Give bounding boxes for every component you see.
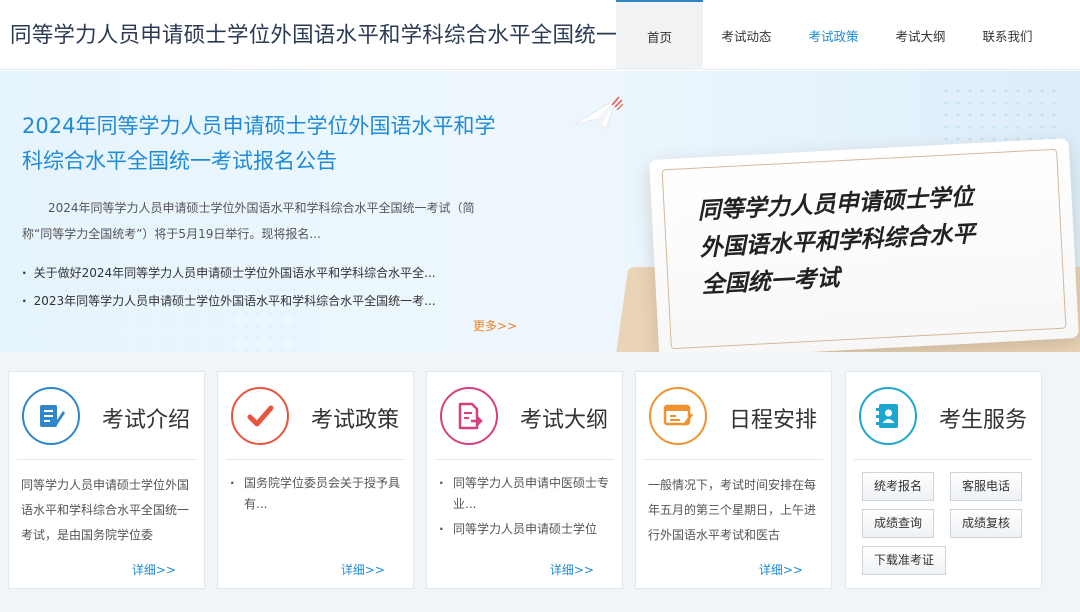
exam-card-illustration: 同等学力人员申请硕士学位 外国语水平和学科综合水平 全国统一考试 bbox=[649, 138, 1079, 352]
contact-book-icon bbox=[859, 387, 917, 445]
banner-summary: 2024年同等学力人员申请硕士学位外国语水平和学科综合水平全国统一考试（简称“同… bbox=[22, 201, 475, 241]
card-schedule: 日程安排 一般情况下，考试时间安排在每年五月的第三个星期日，上午进行外国语水平考… bbox=[635, 371, 832, 589]
detail-link[interactable]: 详细>> bbox=[550, 561, 594, 578]
card-link-list: 国务院学位委员会关于授予具有... bbox=[230, 473, 401, 519]
nav-exam-news[interactable]: 考试动态 bbox=[703, 0, 790, 70]
banner-headline[interactable]: 2024年同等学力人员申请硕士学位外国语水平和学科综合水平全国统一考试报名公告 bbox=[22, 109, 502, 179]
card-title: 考试政策 bbox=[310, 408, 399, 433]
score-query-button[interactable]: 成绩查询 bbox=[862, 509, 935, 538]
card-header: 考生服务 bbox=[854, 382, 1033, 460]
banner: 2024年同等学力人员申请硕士学位外国语水平和学科综合水平全国统一考试报名公告 … bbox=[0, 71, 1080, 352]
site-header: 同等学力人员申请硕士学位外国语水平和学科综合水平全国统一考试 首页 考试动态 考… bbox=[0, 0, 1080, 70]
schedule-board-icon bbox=[649, 387, 707, 445]
card-exam-syllabus: 考试大纲 同等学力人员申请中医硕士专业... 同等学力人员申请硕士学位 详细>> bbox=[426, 371, 623, 589]
card-link[interactable]: 国务院学位委员会关于授予具有... bbox=[230, 473, 401, 515]
card-title: 考生服务 bbox=[938, 408, 1027, 433]
card-link-list: 同等学力人员申请中医硕士专业... 同等学力人员申请硕士学位 bbox=[439, 473, 610, 544]
nav-home[interactable]: 首页 bbox=[616, 0, 703, 70]
dot-pattern bbox=[940, 85, 1060, 145]
banner-link-list: 关于做好2024年同等学力人员申请硕士学位外国语水平和学科综合水平全... 20… bbox=[22, 259, 462, 315]
feature-cards: 考试介绍 同等学力人员申请硕士学位外国语水平和学科综合水平全国统一考试，是由国务… bbox=[0, 352, 1080, 612]
card-exam-policy: 考试政策 国务院学位委员会关于授予具有... 详细>> bbox=[217, 371, 414, 589]
nav-exam-syllabus[interactable]: 考试大纲 bbox=[877, 0, 964, 70]
card-header: 考试政策 bbox=[226, 382, 405, 460]
nav-exam-policy[interactable]: 考试政策 bbox=[790, 0, 877, 70]
detail-link[interactable]: 详细>> bbox=[132, 561, 176, 578]
exam-registration-button[interactable]: 统考报名 bbox=[862, 472, 935, 501]
nav-contact-us[interactable]: 联系我们 bbox=[964, 0, 1051, 70]
card-header: 考试介绍 bbox=[17, 382, 196, 460]
more-link[interactable]: 更多>> bbox=[473, 317, 517, 334]
document-export-icon bbox=[440, 387, 498, 445]
card-header: 日程安排 bbox=[644, 382, 823, 460]
card-header: 考试大纲 bbox=[435, 382, 614, 460]
card-text: 一般情况下，考试时间安排在每年五月的第三个星期日，上午进行外国语水平考试和医古 bbox=[648, 478, 817, 542]
document-edit-icon bbox=[22, 387, 80, 445]
banner-link[interactable]: 关于做好2024年同等学力人员申请硕士学位外国语水平和学科综合水平全... bbox=[22, 259, 462, 287]
card-text: 同等学力人员申请硕士学位 外国语水平和学科综合水平 全国统一考试 bbox=[697, 179, 978, 304]
card-title: 日程安排 bbox=[728, 408, 817, 433]
card-title: 考试大纲 bbox=[519, 408, 608, 433]
card-title: 考试介绍 bbox=[101, 408, 190, 433]
card-exam-intro: 考试介绍 同等学力人员申请硕士学位外国语水平和学科综合水平全国统一考试，是由国务… bbox=[8, 371, 205, 589]
site-title: 同等学力人员申请硕士学位外国语水平和学科综合水平全国统一考试 bbox=[10, 23, 662, 48]
card-text: 同等学力人员申请硕士学位外国语水平和学科综合水平全国统一考试，是由国务院学位委 bbox=[21, 478, 190, 542]
checkmark-icon bbox=[231, 387, 289, 445]
download-admission-ticket-button[interactable]: 下载准考证 bbox=[862, 546, 947, 575]
detail-link[interactable]: 详细>> bbox=[759, 561, 803, 578]
paper-plane-icon bbox=[573, 96, 624, 130]
main-nav: 首页 考试动态 考试政策 考试大纲 联系我们 bbox=[616, 0, 1051, 70]
score-review-button[interactable]: 成绩复核 bbox=[950, 509, 1023, 538]
card-candidate-service: 考生服务 统考报名 客服电话 成绩查询 成绩复核 下载准考证 bbox=[845, 371, 1042, 589]
customer-service-phone-button[interactable]: 客服电话 bbox=[950, 472, 1023, 501]
banner-link[interactable]: 2023年同等学力人员申请硕士学位外国语水平和学科综合水平全国统一考... bbox=[22, 287, 462, 315]
detail-link[interactable]: 详细>> bbox=[341, 561, 385, 578]
card-link[interactable]: 同等学力人员申请中医硕士专业... bbox=[439, 473, 610, 515]
card-link[interactable]: 同等学力人员申请硕士学位 bbox=[439, 519, 610, 540]
